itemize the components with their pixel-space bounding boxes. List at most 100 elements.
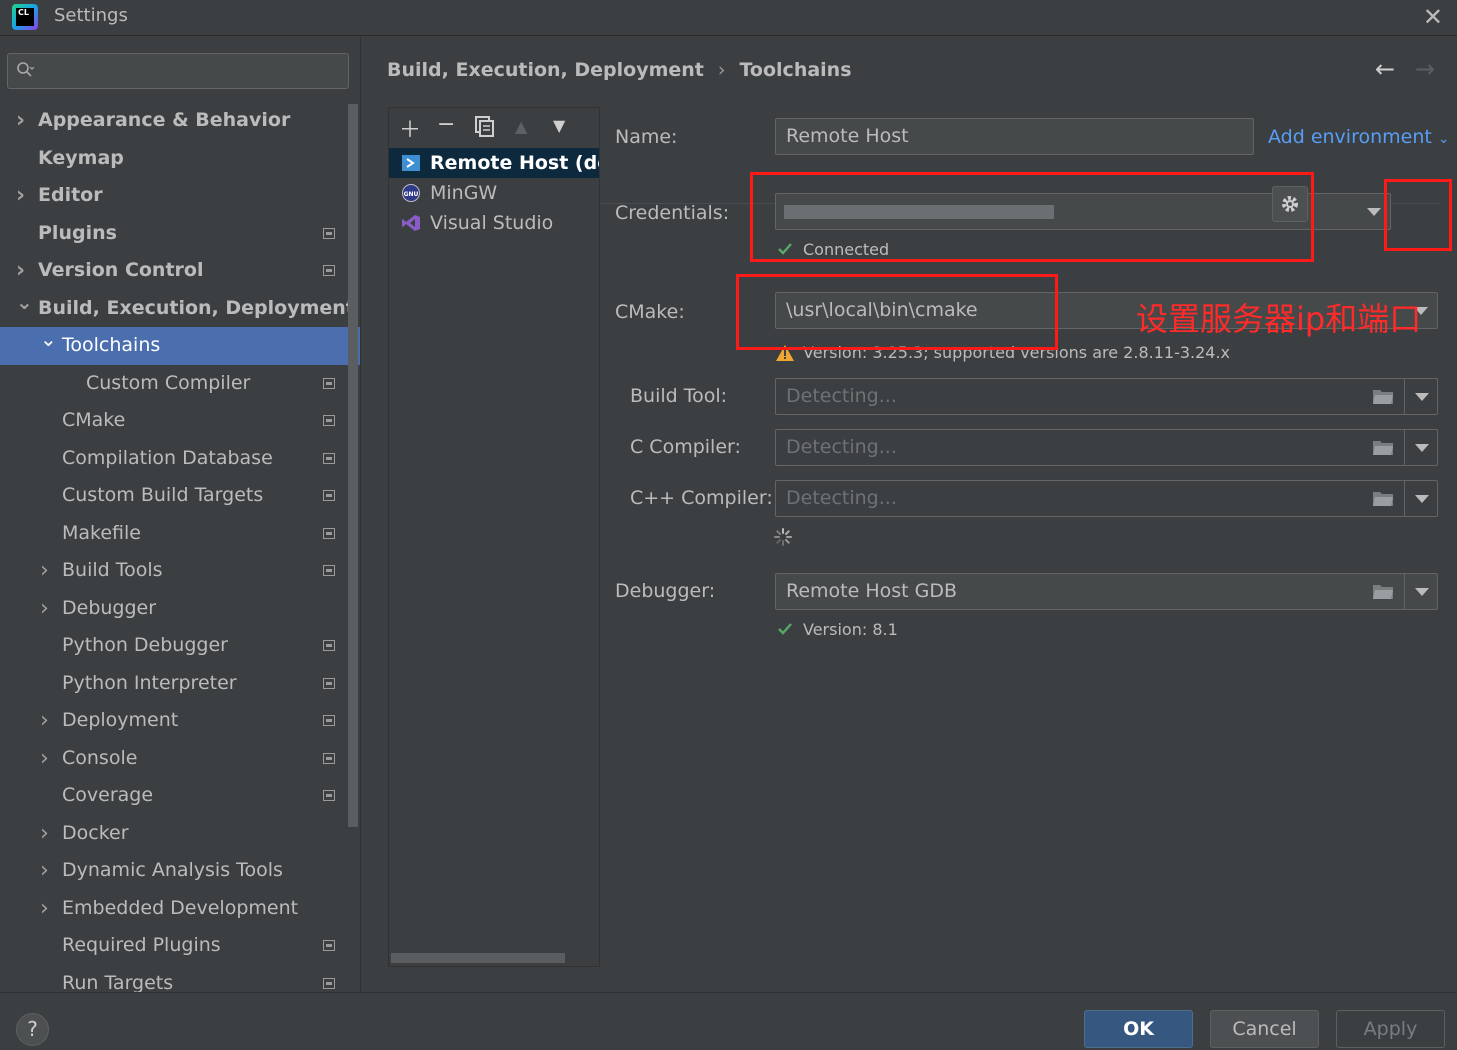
c-compiler-label: C Compiler:	[630, 436, 741, 458]
debugger-field[interactable]: Remote Host GDB	[775, 573, 1438, 610]
credentials-highlight-box	[750, 172, 1314, 262]
remove-icon[interactable]: −	[437, 112, 455, 137]
gear-highlight-box	[1384, 179, 1452, 251]
sidebar-item[interactable]: Coverage	[0, 777, 360, 815]
sidebar-item-label: Coverage	[62, 784, 154, 806]
project-level-icon	[323, 715, 335, 726]
breadcrumb-parent[interactable]: Build, Execution, Deployment	[387, 59, 704, 81]
sidebar-item[interactable]: › Version Control	[0, 252, 360, 290]
back-arrow-icon[interactable]: ←	[1375, 55, 1395, 83]
c-compiler-field[interactable]: Detecting...	[775, 429, 1438, 466]
forward-arrow-icon[interactable]: →	[1415, 55, 1435, 83]
toolchain-list-scrollbar[interactable]	[391, 953, 565, 963]
chevron-right-icon[interactable]: ›	[40, 552, 49, 590]
project-level-icon	[323, 227, 335, 239]
visual-studio-icon	[402, 215, 420, 231]
name-field[interactable]: Remote Host	[775, 118, 1254, 155]
folder-icon[interactable]	[1372, 439, 1394, 456]
sidebar-item-label: Plugins	[38, 221, 117, 244]
sidebar-item[interactable]: Compilation Database	[0, 440, 360, 478]
close-icon[interactable]: ✕	[1423, 3, 1443, 31]
build-tool-field[interactable]: Detecting...	[775, 378, 1438, 415]
name-label: Name:	[615, 126, 678, 148]
project-level-icon	[323, 377, 335, 389]
sidebar-item[interactable]: CMake	[0, 402, 360, 440]
sidebar-item[interactable]: › Console	[0, 740, 360, 778]
sidebar-item-label: Version Control	[38, 259, 204, 281]
chevron-right-icon[interactable]: ›	[40, 815, 49, 853]
move-up-icon[interactable]: ▲	[515, 117, 527, 136]
chevron-right-icon[interactable]: ›	[40, 852, 49, 890]
chevron-right-icon[interactable]: ›	[40, 702, 49, 740]
breadcrumb-current: Toolchains	[739, 59, 852, 81]
sidebar-scrollbar[interactable]	[348, 104, 358, 827]
sidebar-item[interactable]: ⌄ Toolchains	[0, 327, 360, 365]
chevron-right-icon[interactable]: ›	[40, 890, 49, 928]
debugger-label: Debugger:	[615, 580, 716, 602]
sidebar-item[interactable]: › Build Tools	[0, 552, 360, 590]
folder-icon[interactable]	[1372, 583, 1394, 600]
sidebar-item[interactable]: Custom Build Targets	[0, 477, 360, 515]
sidebar-item[interactable]: › Dynamic Analysis Tools	[0, 852, 360, 890]
sidebar-item[interactable]: Plugins	[0, 215, 360, 253]
move-down-icon[interactable]: ▼	[553, 116, 565, 135]
sidebar-item[interactable]: › Docker	[0, 815, 360, 853]
chevron-right-icon[interactable]: ›	[40, 590, 49, 628]
sidebar-item-label: Appearance & Behavior	[38, 109, 291, 131]
ok-button[interactable]: OK	[1084, 1010, 1193, 1048]
sidebar-item[interactable]: › Debugger	[0, 590, 360, 628]
sidebar-item[interactable]: Run Targets	[0, 965, 360, 992]
sidebar-item[interactable]: Makefile	[0, 515, 360, 553]
credentials-label: Credentials:	[615, 202, 730, 224]
folder-icon[interactable]	[1372, 388, 1394, 405]
debugger-value: Remote Host GDB	[786, 580, 958, 602]
toolchain-item[interactable]: GNU MinGW	[389, 178, 599, 208]
add-environment-link[interactable]: Add environment ⌄	[1268, 126, 1450, 148]
sidebar-item[interactable]: › Editor	[0, 177, 360, 215]
debugger-dropdown-arrow[interactable]	[1404, 574, 1437, 609]
c-compiler-placeholder: Detecting...	[786, 436, 897, 458]
sidebar-item-label: Required Plugins	[62, 934, 221, 956]
project-level-icon	[323, 527, 335, 539]
remote-host-icon	[402, 155, 420, 171]
chevron-right-icon[interactable]: ›	[16, 102, 25, 140]
project-level-icon	[323, 452, 335, 464]
sidebar-item[interactable]: Custom Compiler	[0, 365, 360, 403]
chevron-down-icon[interactable]: ⌄	[40, 321, 57, 359]
chevron-right-icon[interactable]: ›	[40, 740, 49, 778]
sidebar-item[interactable]: › Deployment	[0, 702, 360, 740]
folder-icon[interactable]	[1372, 490, 1394, 507]
help-button[interactable]: ?	[16, 1013, 49, 1046]
sidebar-item-label: Debugger	[62, 596, 157, 619]
sidebar-item-label: Toolchains	[62, 334, 161, 356]
sidebar-item[interactable]: › Embedded Development	[0, 890, 360, 928]
sidebar-item[interactable]: Required Plugins	[0, 927, 360, 965]
sidebar-item[interactable]: Keymap	[0, 140, 360, 178]
sidebar-item-label: Custom Build Targets	[62, 484, 264, 506]
project-level-icon	[323, 415, 335, 426]
add-icon[interactable]: ＋	[399, 112, 421, 144]
caret-down-icon	[1415, 495, 1429, 503]
sidebar-item[interactable]: › Appearance & Behavior	[0, 102, 360, 140]
debugger-version: Version: 8.1	[803, 620, 898, 639]
caret-down-icon	[1415, 444, 1429, 452]
toolchain-item[interactable]: Visual Studio	[389, 208, 599, 238]
sidebar-item-label: Makefile	[62, 521, 141, 544]
cpp-compiler-field[interactable]: Detecting...	[775, 480, 1438, 517]
copy-icon[interactable]	[475, 116, 495, 138]
search-input[interactable]	[7, 53, 349, 89]
chevron-right-icon[interactable]: ›	[16, 177, 25, 215]
build-tool-dropdown-arrow[interactable]	[1404, 379, 1437, 414]
chevron-down-icon[interactable]: ⌄	[16, 284, 33, 322]
dialog-footer: ? OK Cancel Apply	[0, 992, 1457, 1050]
cpp-compiler-dropdown-arrow[interactable]	[1404, 481, 1437, 516]
sidebar-item[interactable]: Python Interpreter	[0, 665, 360, 703]
toolchain-item[interactable]: Remote Host (defa	[389, 148, 599, 178]
settings-sidebar: › Appearance & Behavior Keymap › Editor Plugi…	[0, 37, 361, 992]
apply-button[interactable]: Apply	[1336, 1010, 1445, 1048]
build-tool-placeholder: Detecting...	[786, 385, 897, 407]
c-compiler-dropdown-arrow[interactable]	[1404, 430, 1437, 465]
sidebar-item-label: Keymap	[38, 146, 124, 169]
cancel-button[interactable]: Cancel	[1210, 1010, 1319, 1048]
sidebar-item[interactable]: Python Debugger	[0, 627, 360, 665]
